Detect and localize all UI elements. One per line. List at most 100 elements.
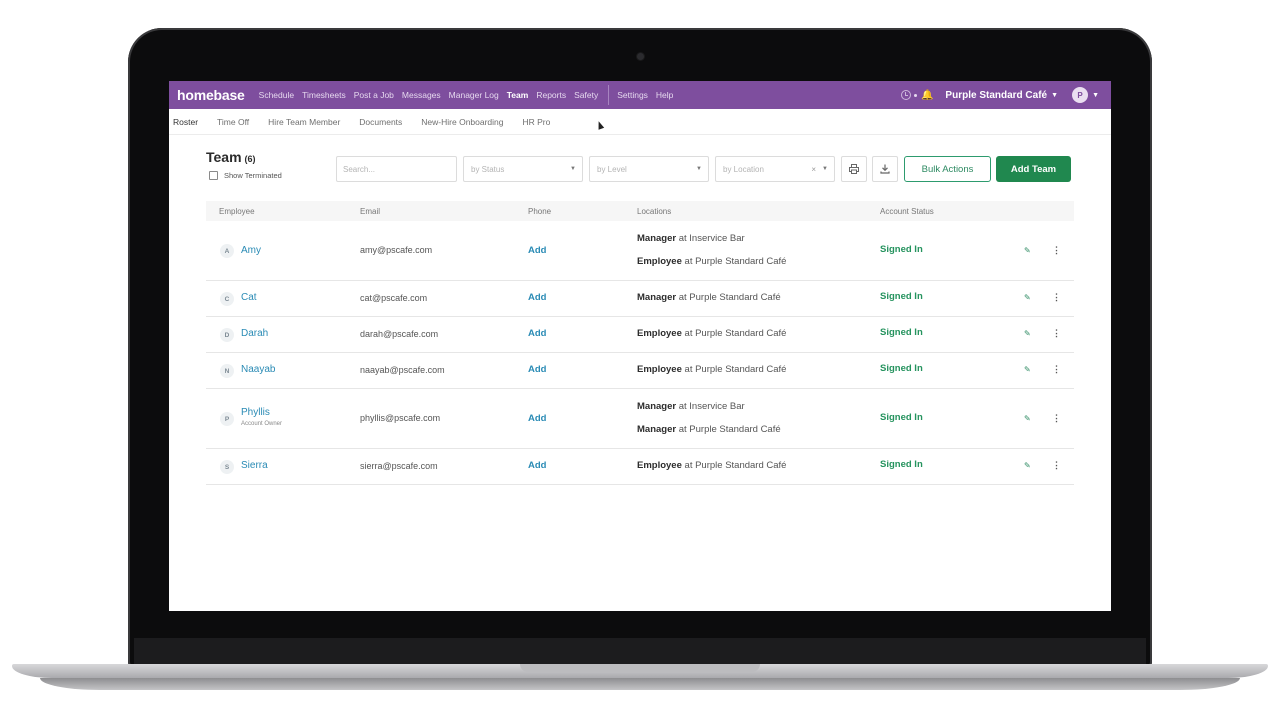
location-name: at Inservice Bar <box>676 233 745 244</box>
avatar: N <box>220 364 234 378</box>
location-entry: Employee at Purple Standard Café <box>637 328 786 339</box>
page-title: Team (6) <box>206 149 256 165</box>
more-options-icon[interactable]: ⋮ <box>1052 413 1061 424</box>
webcam <box>637 53 644 60</box>
location-name: at Purple Standard Café <box>681 256 787 267</box>
chevron-down-icon: ▼ <box>822 166 828 172</box>
team-count: (6) <box>244 154 256 164</box>
status-filter[interactable]: by Status ▼ <box>463 156 583 182</box>
show-terminated-checkbox[interactable] <box>209 171 218 180</box>
subnav-hire-team-member[interactable]: Hire Team Member <box>268 117 340 127</box>
more-options-icon[interactable]: ⋮ <box>1052 328 1061 339</box>
edit-pencil-icon[interactable]: ✎ <box>1024 246 1031 255</box>
nav-divider <box>608 85 610 105</box>
nav-link-post-a-job[interactable]: Post a Job <box>354 90 394 100</box>
location-name: at Purple Standard Café <box>681 460 787 471</box>
location-entry: Employee at Purple Standard Café <box>637 460 786 471</box>
status-badge: Signed In <box>880 412 923 423</box>
employee-name[interactable]: Naayab <box>241 364 275 375</box>
header-phone[interactable]: Phone <box>528 207 551 216</box>
search-input[interactable]: Search... <box>336 156 457 182</box>
nav-link-team[interactable]: Team <box>507 90 529 100</box>
more-options-icon[interactable]: ⋮ <box>1052 364 1061 375</box>
more-options-icon[interactable]: ⋮ <box>1052 245 1061 256</box>
table-row: P Phyllis Account Owner phyllis@pscafe.c… <box>206 389 1074 449</box>
user-avatar[interactable]: P <box>1072 87 1089 103</box>
nav-link-help[interactable]: Help <box>656 90 673 100</box>
header-employee[interactable]: Employee <box>219 207 255 216</box>
edit-pencil-icon[interactable]: ✎ <box>1024 414 1031 423</box>
bulk-actions-button[interactable]: Bulk Actions <box>904 156 991 182</box>
subnav-hr-pro[interactable]: HR Pro <box>523 117 551 127</box>
status-badge: Signed In <box>880 327 923 338</box>
header-email[interactable]: Email <box>360 207 380 216</box>
subnav-new-hire-onboarding[interactable]: New-Hire Onboarding <box>421 117 503 127</box>
print-button[interactable] <box>841 156 867 182</box>
table-header: Employee Email Phone Locations Account S… <box>206 201 1074 221</box>
location-filter[interactable]: by Location × ▼ <box>715 156 835 182</box>
avatar: P <box>220 412 234 426</box>
add-team-button[interactable]: Add Team <box>996 156 1071 182</box>
employee-name[interactable]: Phyllis <box>241 407 270 418</box>
add-phone-link[interactable]: Add <box>528 364 546 375</box>
nav-link-manager-log[interactable]: Manager Log <box>449 90 499 100</box>
location-entry: Employee at Purple Standard Café <box>637 256 786 267</box>
header-account-status[interactable]: Account Status <box>880 207 934 216</box>
chevron-down-icon[interactable]: ▼ <box>1092 92 1099 99</box>
employee-name[interactable]: Sierra <box>241 460 268 471</box>
location-role: Employee <box>637 256 682 267</box>
show-terminated-toggle[interactable]: Show Terminated <box>209 171 282 180</box>
employee-email: amy@pscafe.com <box>360 245 433 255</box>
add-phone-link[interactable]: Add <box>528 328 546 339</box>
more-options-icon[interactable]: ⋮ <box>1052 292 1061 303</box>
employee-email: sierra@pscafe.com <box>360 461 438 471</box>
add-phone-link[interactable]: Add <box>528 413 546 424</box>
chevron-down-icon: ▼ <box>570 166 576 172</box>
edit-pencil-icon[interactable]: ✎ <box>1024 329 1031 338</box>
add-phone-link[interactable]: Add <box>528 292 546 303</box>
employee-name[interactable]: Cat <box>241 292 257 303</box>
print-icon <box>849 164 859 174</box>
header-locations[interactable]: Locations <box>637 207 671 216</box>
sub-nav: Roster Time Off Hire Team Member Documen… <box>169 109 1111 135</box>
add-phone-link[interactable]: Add <box>528 460 546 471</box>
edit-pencil-icon[interactable]: ✎ <box>1024 461 1031 470</box>
location-name: at Purple Standard Café <box>681 328 787 339</box>
clock-icon[interactable] <box>900 90 911 100</box>
download-button[interactable] <box>872 156 898 182</box>
subnav-time-off[interactable]: Time Off <box>217 117 249 127</box>
nav-link-settings[interactable]: Settings <box>617 90 648 100</box>
level-filter[interactable]: by Level ▼ <box>589 156 709 182</box>
subnav-roster[interactable]: Roster <box>173 117 198 127</box>
status-filter-placeholder: by Status <box>471 164 505 174</box>
nav-link-messages[interactable]: Messages <box>402 90 441 100</box>
employee-name[interactable]: Darah <box>241 328 268 339</box>
employee-name[interactable]: Amy <box>241 245 261 256</box>
nav-link-reports[interactable]: Reports <box>536 90 566 100</box>
bell-icon[interactable]: 🔔 <box>921 90 933 101</box>
avatar: S <box>220 460 234 474</box>
account-owner-label: Account Owner <box>241 421 283 427</box>
location-name: at Purple Standard Café <box>676 424 781 435</box>
status-badge: Signed In <box>880 459 923 470</box>
location-role: Manager <box>637 424 677 435</box>
nav-link-schedule[interactable]: Schedule <box>259 90 294 100</box>
edit-pencil-icon[interactable]: ✎ <box>1024 365 1031 374</box>
location-entry: Employee at Purple Standard Café <box>637 364 786 375</box>
location-entry: Manager at Inservice Bar <box>637 233 745 244</box>
subnav-documents[interactable]: Documents <box>359 117 402 127</box>
laptop-notch <box>520 664 760 672</box>
edit-pencil-icon[interactable]: ✎ <box>1024 293 1031 302</box>
chevron-down-icon[interactable]: ▼ <box>1051 92 1058 99</box>
clear-icon[interactable]: × <box>811 165 816 174</box>
level-filter-placeholder: by Level <box>597 164 627 174</box>
table-row: C Cat cat@pscafe.com Add Manager at Purp… <box>206 281 1074 317</box>
nav-link-timesheets[interactable]: Timesheets <box>302 90 346 100</box>
add-phone-link[interactable]: Add <box>528 245 546 256</box>
nav-link-safety[interactable]: Safety <box>574 90 598 100</box>
table-row: A Amy amy@pscafe.com Add Manager at Inse… <box>206 221 1074 281</box>
company-switcher[interactable]: Purple Standard Café <box>945 90 1047 101</box>
homebase-logo[interactable]: homebase <box>177 87 245 103</box>
nav-links: Schedule Timesheets Post a Job Messages … <box>259 85 682 105</box>
more-options-icon[interactable]: ⋮ <box>1052 460 1061 471</box>
